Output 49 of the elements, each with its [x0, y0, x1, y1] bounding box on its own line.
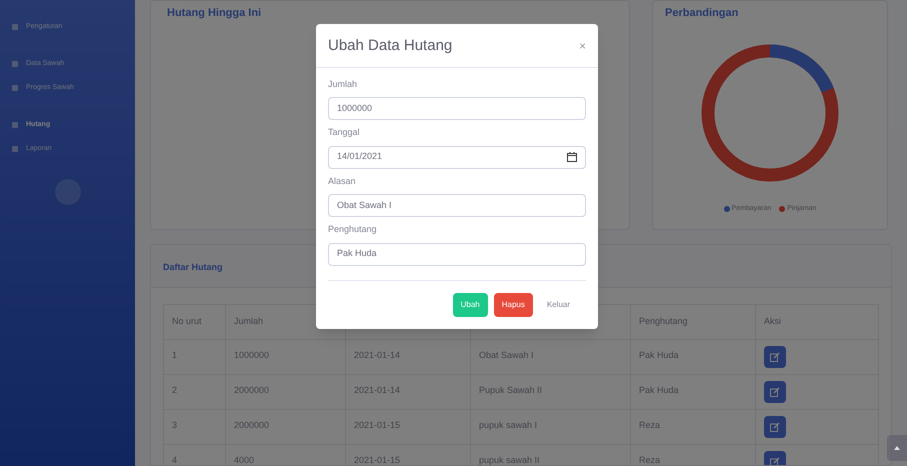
delete-button[interactable]: Hapus — [494, 292, 533, 316]
table-cell: Reza — [639, 454, 660, 464]
card-title: Hutang Hingga Ini — [167, 6, 262, 21]
save-button[interactable]: Ubah — [452, 292, 488, 316]
column-header: Aksi — [764, 316, 782, 326]
table-cell: 2000000 — [234, 420, 270, 430]
close-link[interactable]: Keluar — [538, 292, 578, 316]
table-cell: 3 — [172, 420, 178, 430]
column-header: No urut — [172, 316, 202, 326]
table-cell: Pupuk Sawah II — [479, 384, 542, 394]
input-field[interactable]: Obat Sawah I — [328, 194, 586, 217]
table-cell: 4000 — [234, 454, 254, 464]
table-cell: 1000000 — [234, 350, 270, 360]
edit-icon — [770, 386, 780, 396]
table-cell: 1 — [172, 350, 178, 360]
edit-button[interactable] — [764, 416, 786, 438]
card-title: Daftar Hutang — [163, 262, 223, 272]
table-cell: 2000000 — [234, 384, 270, 394]
input-field[interactable]: 1000000 — [328, 97, 586, 120]
field-label: Jumlah — [328, 78, 358, 90]
date-field[interactable]: 14/01/2021 — [328, 146, 586, 168]
table-cell: Reza — [639, 420, 660, 430]
table-cell: pupuk sawah II — [479, 454, 540, 464]
field-label: Penghutang — [328, 223, 378, 236]
table-cell: Pak Huda — [639, 384, 679, 394]
caret-icon — [894, 446, 900, 450]
card-title: Perbandingan — [665, 6, 738, 21]
column-header: Jumlah — [234, 316, 264, 326]
calendar-icon — [567, 152, 577, 162]
table-cell: Obat Sawah I — [479, 350, 534, 360]
column-header: Penghutang — [639, 316, 688, 326]
edit-button[interactable] — [764, 346, 786, 368]
close-button[interactable]: × — [578, 37, 586, 56]
table-cell: 2021-01-15 — [354, 420, 400, 430]
edit-button[interactable] — [764, 380, 786, 402]
table-cell: 2021-01-14 — [354, 384, 400, 394]
table-cell: 2021-01-14 — [354, 350, 400, 360]
edit-icon — [770, 352, 780, 362]
table-cell: 2 — [172, 384, 178, 394]
table-cell: pupuk sawah I — [479, 420, 538, 430]
table-cell: Pak Huda — [639, 350, 679, 360]
field-label: Tanggal — [328, 126, 361, 139]
scroll-top-button[interactable] — [887, 435, 907, 461]
table-cell: 4 — [172, 454, 178, 464]
edit-icon — [770, 422, 780, 432]
modal-title: Ubah Data Hutang — [328, 36, 452, 56]
input-field[interactable]: Pak Huda — [328, 242, 586, 266]
field-label: Alasan — [328, 174, 357, 188]
table-cell: 2021-01-15 — [354, 454, 400, 464]
